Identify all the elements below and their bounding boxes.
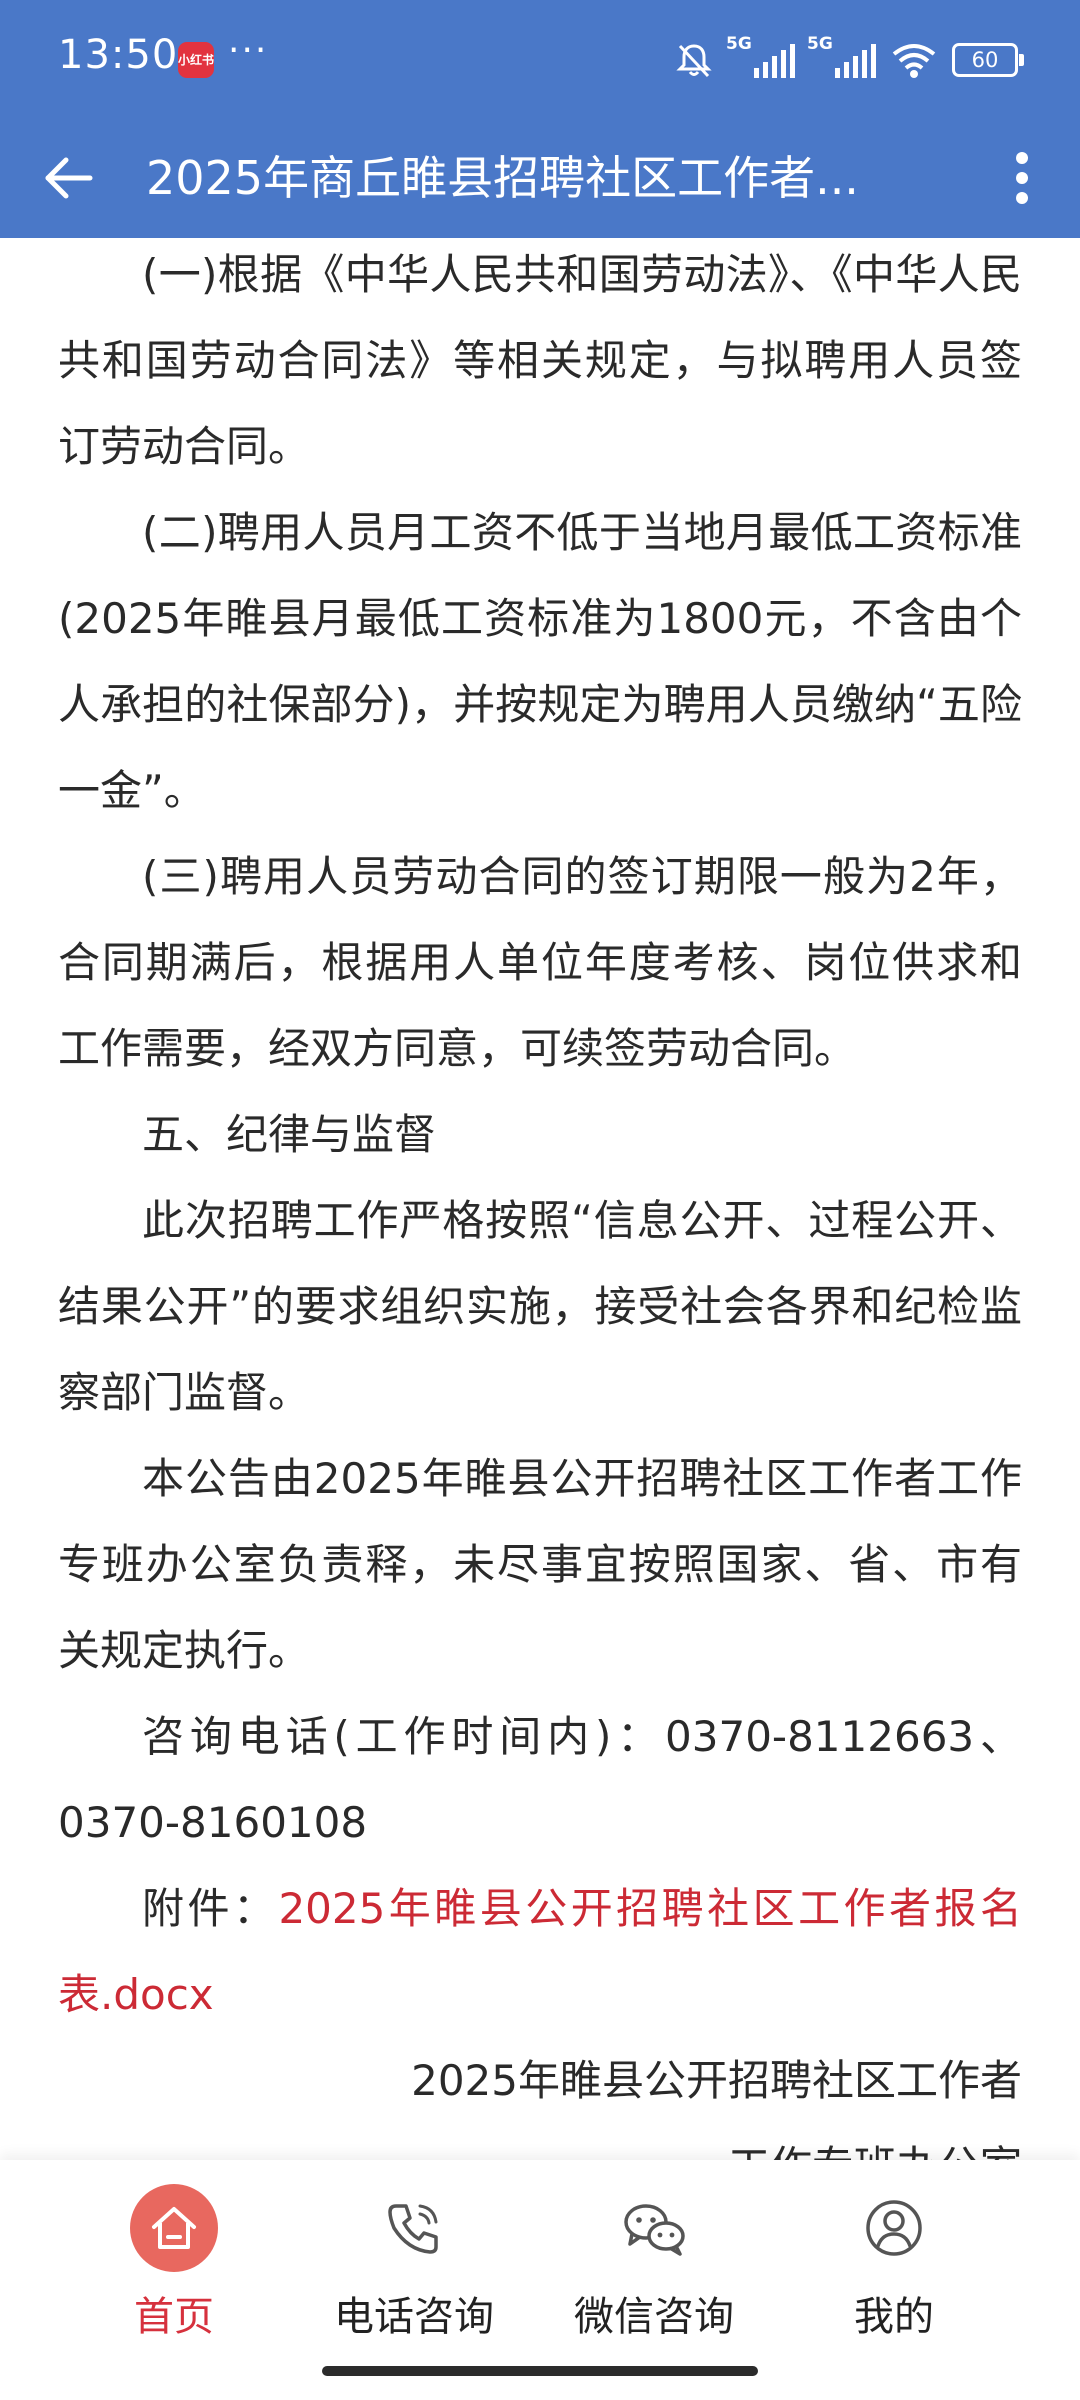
battery-level: 60 [971,48,999,72]
wechat-icon [610,2184,698,2272]
paragraph-contract-term: (三)聘用人员劳动合同的签订期限一般为2年，合同期满后，根据用人单位年度考核、岗… [58,852,1022,1073]
back-button[interactable] [32,142,104,214]
mute-bell-icon [676,44,712,78]
back-arrow-icon [45,157,93,199]
nav-home[interactable]: 首页 [54,2184,294,2344]
bottom-navigation: 首页 电话咨询 微信咨询 我的 [0,2160,1080,2400]
phone-icon [370,2184,458,2272]
paragraph-attachment: 附件：2025年睢县公开招聘社区工作者报名表.docx [58,1866,1022,2038]
paragraph-contract: (一)根据《中华人民共和国劳动法》、《中华人民共和国劳动合同法》等相关规定，与拟… [58,250,1022,471]
article-body[interactable]: (一)根据《中华人民共和国劳动法》、《中华人民共和国劳动合同法》等相关规定，与拟… [58,238,1022,2160]
more-options-button[interactable] [986,140,1058,216]
nav-home-label: 首页 [134,2294,214,2340]
network-type-1: 5G [726,34,752,54]
battery-icon: 60 [952,43,1024,77]
user-icon [850,2184,938,2272]
app-badge-label: 小红书 [178,53,215,67]
page-title: 2025年商丘睢县招聘社区工作者... [146,151,859,205]
nav-me[interactable]: 我的 [774,2184,1014,2344]
nav-wechat-consult[interactable]: 微信咨询 [534,2184,774,2344]
signal-icon-1: 5G [726,34,795,78]
app-bar: 2025年商丘睢县招聘社区工作者... [0,118,1080,238]
wifi-icon [892,44,936,78]
gesture-navigation-bar[interactable] [322,2366,758,2376]
home-icon [130,2184,218,2272]
paragraph-salary: (二)聘用人员月工资不低于当地月最低工资标准(2025年睢县月最低工资标准为18… [58,508,1022,815]
nav-phone-consult[interactable]: 电话咨询 [294,2184,534,2344]
paragraph-supervision: 此次招聘工作严格按照“信息公开、过程公开、结果公开”的要求组织实施，接受社会各界… [58,1196,1022,1417]
status-bar: 13:50 小红书 ··· 5G 5G 60 [0,0,1080,118]
more-vertical-icon [1016,152,1028,204]
signal-icon-2: 5G [807,34,876,78]
status-icons: 5G 5G 60 [674,34,1024,86]
section-heading-discipline: 五、纪律与监督 [142,1110,437,1159]
nav-wechat-consult-label: 微信咨询 [574,2294,734,2340]
xiaohongshu-notification-icon: 小红书 [178,42,214,78]
attachment-label: 附件： [142,1884,279,1933]
signature-line-2: 工作专班办公室 [58,2124,1022,2160]
signature-line-1: 2025年睢县公开招聘社区工作者 [411,2056,1022,2105]
paragraph-contact-phone: 咨询电话(工作时间内)：0370-8112663、0370-8160108 [58,1712,1022,1847]
status-time: 13:50 [58,32,179,78]
nav-me-label: 我的 [854,2294,934,2340]
nav-phone-consult-label: 电话咨询 [334,2294,494,2340]
more-notifications-icon: ··· [228,30,269,71]
paragraph-interpretation: 本公告由2025年睢县公开招聘社区工作者工作专班办公室负责释，未尽事宜按照国家、… [58,1454,1022,1675]
network-type-2: 5G [807,34,833,54]
